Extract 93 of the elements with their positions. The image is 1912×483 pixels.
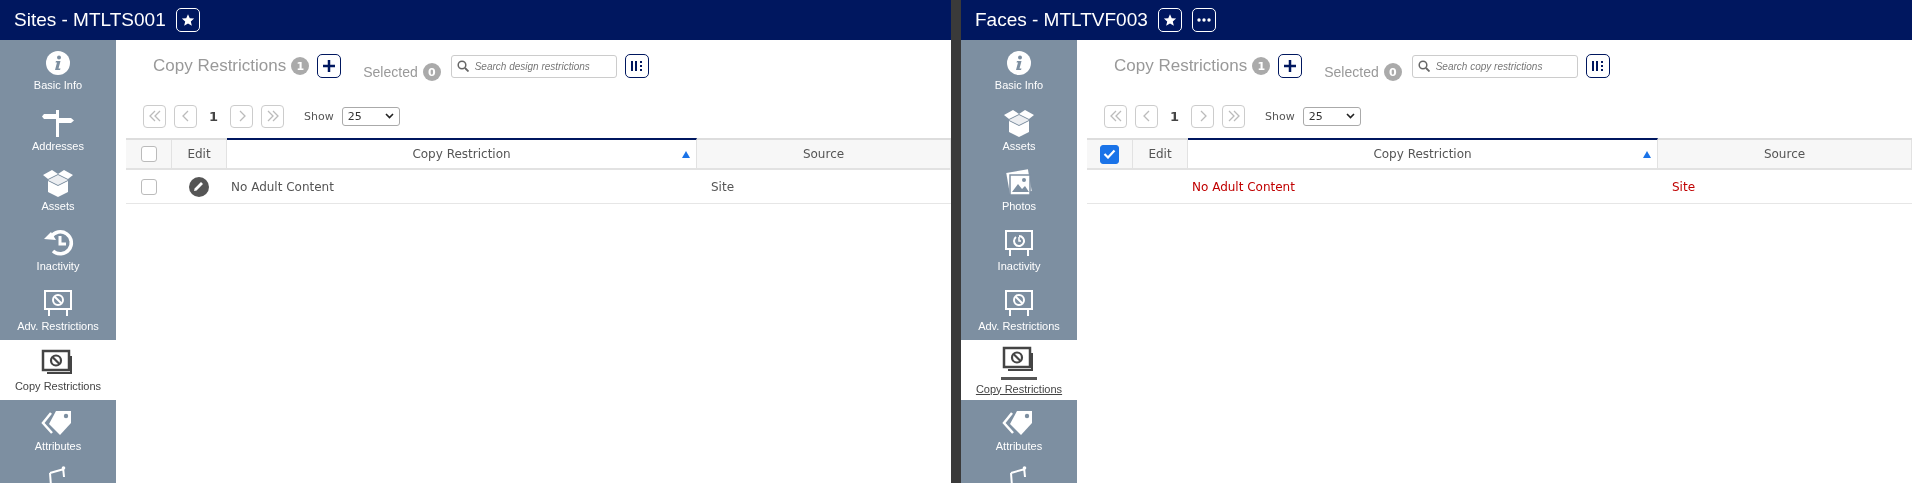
window-title: Sites - MTLTS001 xyxy=(14,9,166,31)
table-cell-text: No Adult Content xyxy=(230,178,335,196)
info-icon xyxy=(1006,49,1032,76)
signpost-icon xyxy=(42,108,74,137)
sidebar-item[interactable]: Adv. Restrictions xyxy=(961,280,1077,340)
more-icon xyxy=(1196,18,1211,22)
first-page-button[interactable] xyxy=(1104,104,1127,128)
favorite-button[interactable] xyxy=(175,8,200,32)
selected-count-badge: 0 xyxy=(1383,63,1402,81)
select-all-checkbox[interactable] xyxy=(1100,144,1119,164)
section-title: Copy Restrictions xyxy=(153,56,287,76)
plus-icon xyxy=(322,59,337,73)
page-number: 1 xyxy=(1169,108,1181,124)
box-icon xyxy=(42,168,74,197)
selected-label: Selected xyxy=(1324,64,1379,80)
columns-icon xyxy=(1590,60,1605,72)
sidebar-item[interactable]: Addresses xyxy=(0,100,116,160)
show-label: Show xyxy=(304,109,334,123)
window-title: Faces - MTLTVF003 xyxy=(975,9,1148,31)
row-checkbox[interactable] xyxy=(140,178,157,195)
column-header[interactable]: Copy Restriction xyxy=(1188,138,1658,168)
sidebar-item[interactable]: Basic Info xyxy=(0,40,116,100)
next-page-button[interactable] xyxy=(1191,104,1215,128)
favorite-button[interactable] xyxy=(1157,8,1182,32)
table-cell-text: No Adult Content xyxy=(1191,178,1296,196)
count-badge: 1 xyxy=(291,57,310,75)
star-icon xyxy=(180,13,195,27)
easel-icon xyxy=(1009,466,1029,483)
chevron-right-icon xyxy=(237,110,246,122)
double-chevron-right-icon xyxy=(266,110,279,122)
columns-icon xyxy=(629,60,644,72)
page-number: 1 xyxy=(208,108,220,124)
search-field[interactable]: Search design restrictions xyxy=(450,54,617,78)
sidebar-item[interactable]: Attributes xyxy=(961,400,1077,460)
previous-page-button[interactable] xyxy=(1135,104,1158,128)
pencil-icon xyxy=(193,181,204,192)
easel-icon xyxy=(48,466,68,483)
first-page-button[interactable] xyxy=(143,104,166,128)
search-field[interactable]: Search copy restrictions xyxy=(1411,54,1578,78)
edit-button[interactable] xyxy=(188,176,209,197)
sidebar-item[interactable]: Attributes xyxy=(0,400,116,460)
history-icon xyxy=(42,228,74,257)
caret-icon xyxy=(384,113,394,119)
sidebar-item[interactable]: Inactivity xyxy=(0,220,116,280)
add-button[interactable] xyxy=(317,54,342,78)
box-icon xyxy=(1003,108,1035,137)
sort-ascending-icon xyxy=(682,151,690,158)
double-chevron-left-icon xyxy=(148,110,161,122)
plus-icon xyxy=(1283,59,1298,73)
next-page-button[interactable] xyxy=(230,104,254,128)
sidebar-item[interactable]: Photos xyxy=(961,160,1077,220)
columns-button[interactable] xyxy=(624,54,649,78)
column-header[interactable]: Source xyxy=(697,140,951,168)
last-page-button[interactable] xyxy=(261,104,285,128)
selected-label: Selected xyxy=(363,64,418,80)
column-header[interactable]: Copy Restriction xyxy=(227,138,697,168)
easel-icon xyxy=(43,288,73,317)
sidebar-item[interactable]: Copy Restrictions xyxy=(0,340,116,400)
copy-ban-icon xyxy=(41,348,75,377)
page-size-select[interactable]: 25 xyxy=(1302,106,1361,126)
double-chevron-right-icon xyxy=(1227,110,1240,122)
table-cell-text: Site xyxy=(1671,178,1697,196)
sidebar-item[interactable]: Basic Info xyxy=(961,40,1077,100)
add-button[interactable] xyxy=(1278,54,1303,78)
chevron-right-icon xyxy=(1198,110,1207,122)
check-icon xyxy=(1103,149,1116,159)
chevron-left-icon xyxy=(181,110,190,122)
section-title: Copy Restrictions xyxy=(1114,56,1248,76)
page-size-select[interactable]: 25 xyxy=(341,106,400,126)
show-label: Show xyxy=(1265,109,1295,123)
more-button[interactable] xyxy=(1191,8,1216,32)
caret-icon xyxy=(1345,113,1355,119)
easel-icon xyxy=(1004,228,1034,257)
selected-count-badge: 0 xyxy=(422,63,441,81)
sidebar-item[interactable]: Assets xyxy=(0,160,116,220)
sidebar-item[interactable]: Adv. Restrictions xyxy=(0,280,116,340)
last-page-button[interactable] xyxy=(1222,104,1246,128)
info-icon xyxy=(45,49,71,76)
sidebar-item[interactable]: Copy Restrictions xyxy=(961,340,1077,400)
sidebar-item[interactable]: Inactivity xyxy=(961,220,1077,280)
chevron-left-icon xyxy=(1142,110,1151,122)
easel-icon xyxy=(1004,288,1034,317)
star-icon xyxy=(1162,13,1177,27)
previous-page-button[interactable] xyxy=(174,104,197,128)
columns-button[interactable] xyxy=(1585,54,1610,78)
count-badge: 1 xyxy=(1252,57,1271,75)
copy-ban-icon xyxy=(1002,345,1036,374)
double-chevron-left-icon xyxy=(1109,110,1122,122)
column-header[interactable]: Source xyxy=(1658,140,1912,168)
table-cell-text: Site xyxy=(710,178,736,196)
select-all-checkbox[interactable] xyxy=(140,146,157,162)
sort-ascending-icon xyxy=(1643,151,1651,158)
sidebar-item[interactable]: Assets xyxy=(961,100,1077,160)
